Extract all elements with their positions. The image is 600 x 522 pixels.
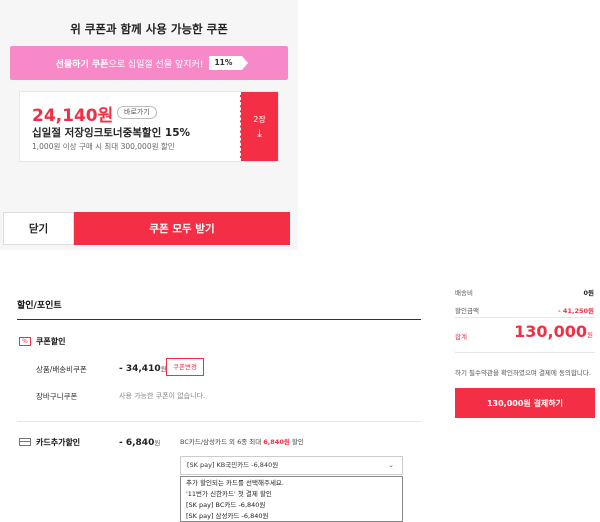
change-coupon-button[interactable]: 쿠폰변경 [166,358,204,376]
card-options-list: 추가 할인되는 카드를 선택해주세요. '11번가 신한카드' 첫 결제 할인 … [180,476,403,522]
card-note-suffix: 할인 [289,438,304,446]
cart-coupon-note: 사용 가능한 쿠폰이 없습니다. [119,392,206,400]
summary-divider-2 [455,352,595,353]
card-select[interactable]: [SK pay] KB국민카드 -6,840원 ⌄ [180,456,403,475]
shipping-value: 0원 [583,289,594,297]
card-option[interactable]: '11번가 신한카드' 첫 결제 할인 [186,489,397,500]
gift-banner-rest: 으로 십일절 선물 앞지커! [108,59,204,70]
total-value: 130,000 [514,322,588,341]
download-icon: ⤓ [257,127,262,140]
card-option[interactable]: 추가 할인되는 카드를 선택해주세요. [186,478,397,489]
coupon-download-button[interactable]: 2장 ⤓ [240,92,278,161]
coupon-card: 24,140원 바로가기 십일절 저장잉크토너중복할인 15% 1,000원 이… [19,91,279,162]
card-select-value: [SK pay] KB국민카드 -6,840원 [187,461,279,469]
card-note-prefix: BC카드/삼성카드 외 6종 최대 [180,438,264,446]
agree-text: 하기 필수약관을 확인하였으며 결제에 동의합니다. [455,369,591,377]
coupon-icon: % [19,337,31,346]
card-icon [19,438,31,446]
discount-value: - 41,250원 [557,307,594,315]
gift-banner-badge: 11% [209,56,249,70]
section-divider-2 [17,421,421,422]
cart-coupon-label: 장바구니쿠폰 [36,392,78,401]
card-discount-value: - 6,840 [119,438,155,448]
discount-label: 할인금액 [455,307,479,315]
coupon-popup: 위 쿠폰과 함께 사용 가능한 쿠폰 선물하기 쿠폰으로 십일절 선물 앞지커!… [0,0,298,250]
gift-banner-bold: 선물하기 쿠폰 [55,59,109,70]
shipping-label: 배송비 [455,289,473,297]
pay-button[interactable]: 130,000원 결제하기 [455,388,595,418]
coupon-desc: 1,000원 이상 구매 시 최대 300,000원 할인 [32,142,175,151]
chevron-down-icon: ⌄ [388,461,394,469]
total-amount: 130,000원 [514,322,593,341]
gift-banner-text: 선물하기 쿠폰으로 십일절 선물 앞지커! [56,57,204,70]
product-coupon-label: 상품/배송비쿠폰 [36,365,87,374]
close-button[interactable]: 닫기 [3,212,74,245]
card-discount-label: 카드추가할인 [36,438,81,447]
gift-coupon-banner[interactable]: 선물하기 쿠폰으로 십일절 선물 앞지커! 11% [10,46,288,80]
section-divider [17,319,421,320]
product-coupon-value: - 34,410 [119,364,161,374]
total-label: 합계 [455,333,467,341]
get-all-coupons-button[interactable]: 쿠폰 모두 받기 [74,212,290,245]
coupon-price: 24,140원 [32,106,114,126]
popup-title: 위 쿠폰과 함께 사용 가능한 쿠폰 [70,22,228,36]
coupon-name: 십일절 저장잉크토너중복할인 15% [32,127,191,139]
section-title: 할인/포인트 [17,301,62,311]
summary-divider [455,317,595,318]
card-note-highlight: 6,840원 [263,438,290,446]
card-option[interactable]: [SK pay] 삼성카드 -6,840원 [186,511,397,522]
coupon-count: 2장 [253,115,266,124]
coupon-go-button[interactable]: 바로가기 [117,106,157,119]
total-unit: 원 [587,331,593,339]
card-option[interactable]: [SK pay] BC카드 -6,840원 [186,500,397,511]
card-discount-note: BC카드/삼성카드 외 6종 최대 6,840원 할인 [180,436,304,446]
card-discount-amount: - 6,840원 [119,437,160,448]
product-coupon-amount: - 34,410원 [119,363,167,374]
card-discount-unit: 원 [154,439,161,447]
coupon-discount-label: 쿠폰할인 [36,337,66,346]
